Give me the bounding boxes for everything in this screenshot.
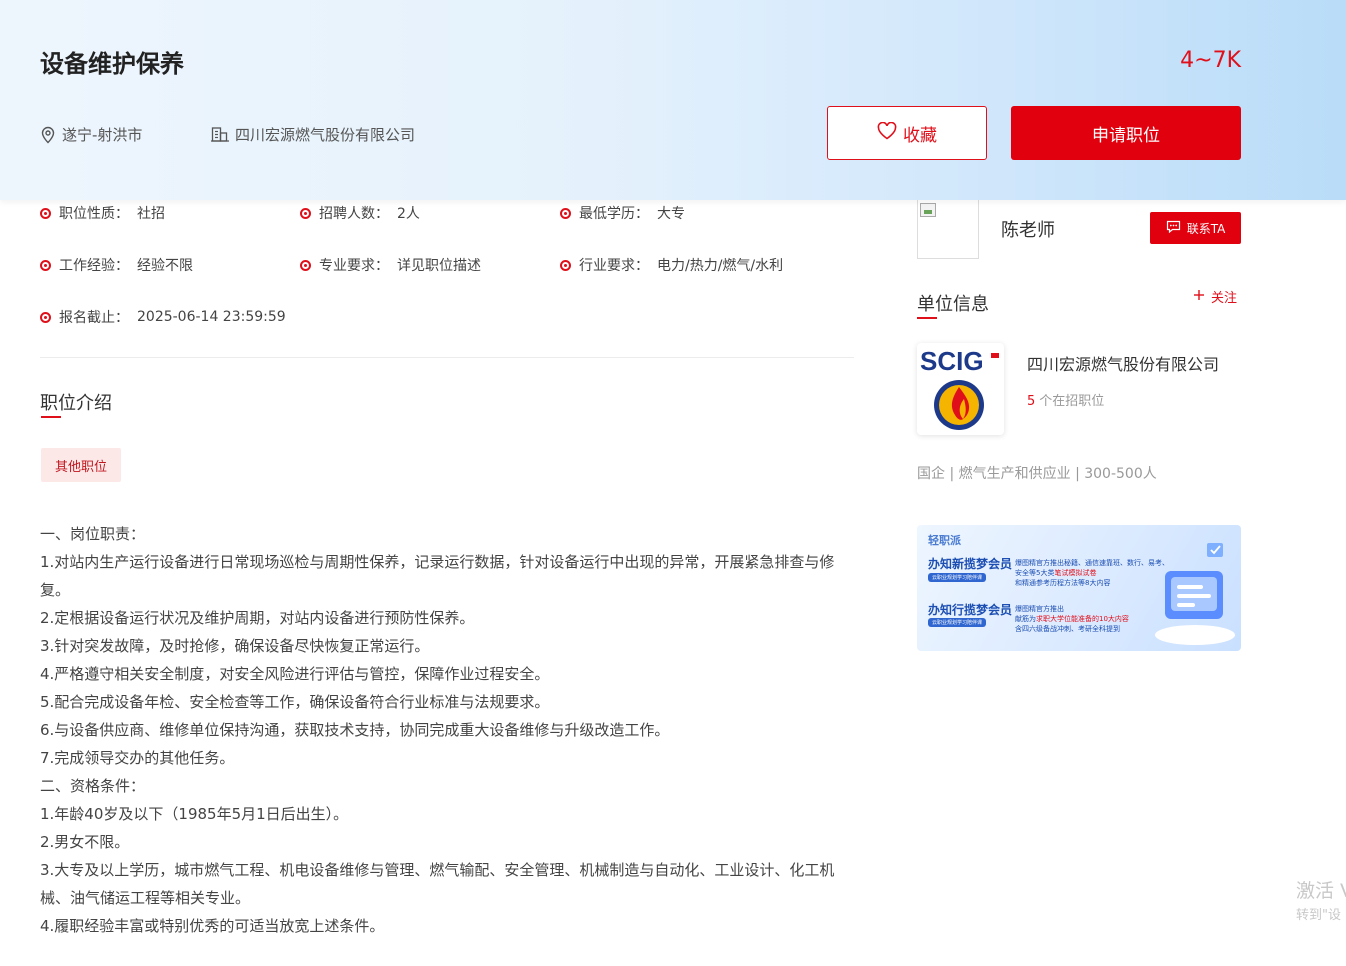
banner-illustration-icon: [1155, 543, 1235, 645]
job-company[interactable]: 四川宏源燃气股份有限公司: [211, 124, 415, 145]
banner-sub-1: 云职业规划学习陪伴课: [928, 573, 987, 582]
chat-icon: [1166, 220, 1181, 236]
bullet-icon: [300, 207, 311, 219]
attr-deadline: 报名截止： 2025-06-14 23:59:59: [40, 307, 286, 327]
activation-watermark: 激活 V: [1296, 880, 1346, 902]
company-logo-graphic: SCIG: [920, 346, 999, 430]
heart-icon: [877, 121, 897, 145]
banner-text-1: 爆图精官方推出秘籍、通信速靠班、数行、易考、 安全等5大类笔试模拟试卷 和精通参…: [1015, 559, 1169, 587]
company-logo[interactable]: SCIG: [917, 343, 1004, 435]
desc-line: 1.对站内生产运行设备进行日常现场巡检与周期性保养，记录运行数据，针对设备运行中…: [40, 553, 835, 599]
jobs-number: 5: [1027, 394, 1036, 409]
banner-text-2: 爆图精官方推出 献筋为求职大学位能准备的10大内容 含四六级备战冲刺、考研全科提…: [1015, 605, 1129, 633]
banner-title-2: 办知行揽梦会员: [928, 603, 1013, 617]
favorite-label: 收藏: [903, 125, 937, 146]
company-link[interactable]: 四川宏源燃气股份有限公司: [235, 124, 415, 145]
attr-nature: 职位性质： 社招: [40, 203, 165, 223]
bullet-icon: [560, 207, 571, 219]
desc-line: 一、岗位职责：: [40, 525, 146, 543]
attr-experience: 工作经验： 经验不限: [40, 255, 193, 275]
contact-button[interactable]: 联系TA: [1150, 212, 1241, 244]
follow-button[interactable]: 关注: [1193, 287, 1237, 306]
desc-line: 2.定根据设备运行状况及维护周期，对站内设备进行预防性保养。: [40, 609, 475, 627]
desc-line: 2.男女不限。: [40, 833, 130, 851]
jobs-suffix: 个在招职位: [1039, 394, 1105, 409]
attr-industry: 行业要求： 电力/热力/燃气/水利: [560, 255, 783, 275]
unit-info-title: 单位信息: [917, 294, 989, 315]
banner-sub-2: 云职业规划学习陪伴课: [928, 618, 987, 627]
description-title: 职位介绍: [40, 393, 112, 414]
desc-line: 4.履职经验丰富或特别优秀的可适当放宽上述条件。: [40, 917, 385, 935]
apply-button[interactable]: 申请职位: [1011, 106, 1241, 160]
section-underline: [41, 416, 61, 418]
desc-line: 二、资格条件：: [40, 777, 146, 795]
desc-line: 5.配合完成设备年检、安全检查等工作，确保设备符合行业标准与法规要求。: [40, 693, 550, 711]
salary: 4~7K: [1180, 48, 1241, 73]
logo-text: SCIG: [920, 346, 984, 376]
job-title: 设备维护保养: [40, 50, 184, 78]
favorite-button[interactable]: 收藏: [827, 106, 987, 160]
desc-line: 1.年龄40岁及以下（1985年5月1日后出生）。: [40, 805, 349, 823]
promo-banner[interactable]: 轻职派 办知新揽梦会员 云职业规划学习陪伴课 爆图精官方推出秘籍、通信速靠班、数…: [917, 525, 1241, 651]
attr-headcount: 招聘人数： 2人: [300, 203, 420, 223]
desc-line: 3.针对突发故障，及时抢修，确保设备尽快恢复正常运行。: [40, 637, 430, 655]
bullet-icon: [40, 207, 51, 219]
desc-line: 7.完成领导交办的其他任务。: [40, 749, 235, 767]
banner-brand: 轻职派: [928, 534, 961, 547]
follow-label: 关注: [1211, 291, 1238, 306]
divider: [40, 357, 854, 358]
section-underline: [917, 317, 937, 319]
plus-icon: [1193, 289, 1205, 305]
company-info: 国企 | 燃气生产和供应业 | 300-500人: [917, 466, 1157, 482]
banner-title-1: 办知新揽梦会员: [928, 557, 1013, 571]
company-name[interactable]: 四川宏源燃气股份有限公司: [1027, 351, 1219, 375]
bullet-icon: [300, 259, 311, 271]
desc-line: 3.大专及以上学历，城市燃气工程、机电设备维修与管理、燃气输配、安全管理、机械制…: [40, 861, 835, 907]
job-header: 设备维护保养 4~7K 遂宁-射洪市 四川宏源燃气股份有限公司 收藏 申请职位: [0, 0, 1346, 200]
building-icon: [211, 126, 229, 143]
desc-line: 6.与设备供应商、维修单位保持沟通，获取技术支持，协同完成重大设备维修与升级改造…: [40, 721, 670, 739]
broken-image-icon: [920, 203, 936, 217]
recruiter-avatar: [917, 190, 979, 259]
job-category-tag: 其他职位: [41, 448, 121, 482]
job-description: 一、岗位职责： 1.对站内生产运行设备进行日常现场巡检与周期性保养，记录运行数据…: [40, 520, 860, 940]
bullet-icon: [40, 259, 51, 271]
bullet-icon: [40, 311, 51, 323]
location-pin-icon: [40, 126, 56, 144]
open-jobs-count[interactable]: 5 个在招职位: [1027, 390, 1104, 409]
job-location: 遂宁-射洪市: [40, 124, 142, 145]
activation-watermark-sub: 转到"设: [1296, 908, 1341, 923]
attr-education: 最低学历： 大专: [560, 203, 685, 223]
contact-label: 联系TA: [1186, 221, 1226, 236]
bullet-icon: [560, 259, 571, 271]
location-text: 遂宁-射洪市: [62, 126, 143, 144]
attr-major: 专业要求： 详见职位描述: [300, 255, 481, 275]
desc-line: 4.严格遵守相关安全制度，对安全风险进行评估与管控，保障作业过程安全。: [40, 665, 550, 683]
recruiter-name: 陈老师: [1001, 220, 1055, 241]
